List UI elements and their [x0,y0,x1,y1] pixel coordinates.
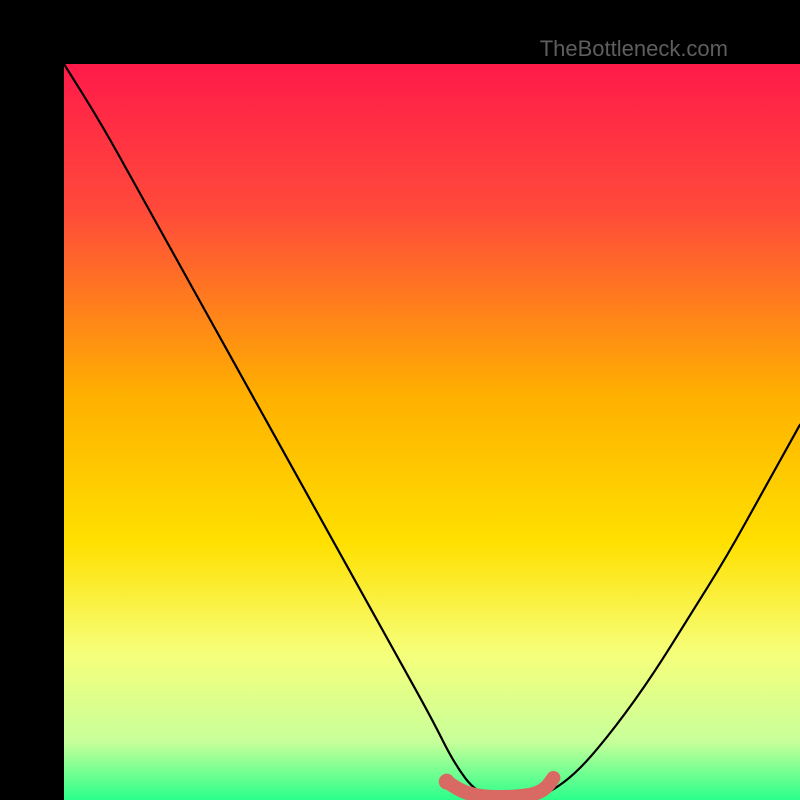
chart-svg [64,64,800,800]
chart-frame: TheBottleneck.com [0,0,800,800]
gradient-background [64,64,800,800]
optimal-band-start-dot [439,774,455,790]
watermark-text: TheBottleneck.com [540,36,728,62]
plot-area [64,64,800,800]
